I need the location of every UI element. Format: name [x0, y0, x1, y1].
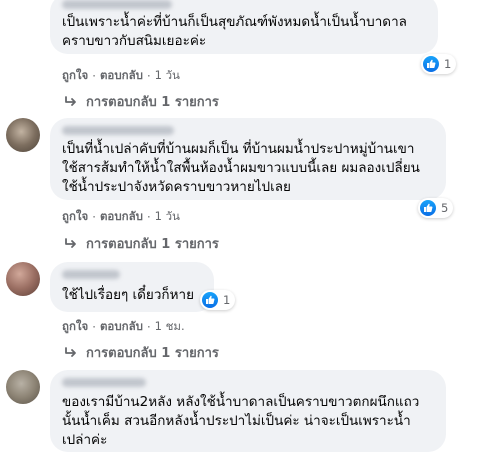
- like-thumb-icon: [202, 292, 218, 308]
- timestamp[interactable]: 1 วัน: [155, 67, 180, 85]
- comment-text: ใช้ไปเรื่อยๆ เดี๋ยวก็หาย: [62, 287, 194, 303]
- comment-actions: ถูกใจ · ตอบกลับ · 1 ชม.: [62, 318, 185, 336]
- reply-arrow-icon: [65, 237, 76, 248]
- view-replies[interactable]: การตอบกลับ 1 รายการ: [64, 342, 219, 363]
- view-replies[interactable]: การตอบกลับ 1 รายการ: [64, 233, 219, 254]
- like-link[interactable]: ถูกใจ: [62, 208, 88, 226]
- comment-bubble: ของเรามีบ้าน2หลัง หลังใช้น้ำบาดาลเป็นครา…: [50, 370, 446, 452]
- view-replies[interactable]: การตอบกลับ 1 รายการ: [64, 91, 219, 112]
- avatar[interactable]: [6, 118, 40, 152]
- comment-actions: ถูกใจ · ตอบกลับ · 1 วัน: [62, 208, 180, 226]
- reply-arrow-icon: [65, 95, 76, 106]
- like-thumb-icon: [420, 200, 436, 216]
- avatar[interactable]: [6, 262, 40, 296]
- reply-link[interactable]: ตอบกลับ: [100, 318, 143, 336]
- avatar[interactable]: [6, 370, 40, 404]
- like-thumb-icon: [423, 56, 439, 72]
- like-link[interactable]: ถูกใจ: [62, 67, 88, 85]
- comment-bubble: เป็นที่น้ำเปล่าคับที่บ้านผมก็เป็น ที่บ้า…: [50, 118, 446, 200]
- author-name[interactable]: [62, 126, 174, 135]
- author-name[interactable]: [62, 0, 172, 9]
- comment-actions: ถูกใจ · ตอบกลับ · 1 วัน: [62, 67, 180, 85]
- reaction-count[interactable]: 5: [418, 198, 454, 218]
- reply-arrow-icon: [65, 346, 76, 357]
- author-name[interactable]: [62, 378, 146, 387]
- author-name[interactable]: [62, 270, 120, 279]
- reaction-count[interactable]: 1: [421, 54, 457, 74]
- comment-bubble: ใช้ไปเรื่อยๆ เดี๋ยวก็หาย: [50, 262, 214, 312]
- reply-link[interactable]: ตอบกลับ: [100, 67, 143, 85]
- comment-bubble: เป็นเพราะน้ำค่ะที่บ้านก็เป็นสุขภัณฑ์พังห…: [50, 0, 438, 54]
- timestamp[interactable]: 1 ชม.: [155, 318, 185, 336]
- comment-text: เป็นที่น้ำเปล่าคับที่บ้านผมก็เป็น ที่บ้า…: [62, 141, 420, 195]
- timestamp[interactable]: 1 วัน: [155, 208, 180, 226]
- reply-link[interactable]: ตอบกลับ: [100, 208, 143, 226]
- comment-text: เป็นเพราะน้ำค่ะที่บ้านก็เป็นสุขภัณฑ์พังห…: [62, 14, 407, 49]
- reaction-count[interactable]: 1: [200, 290, 236, 310]
- comment-text: ของเรามีบ้าน2หลัง หลังใช้น้ำบาดาลเป็นครา…: [62, 394, 420, 448]
- like-link[interactable]: ถูกใจ: [62, 318, 88, 336]
